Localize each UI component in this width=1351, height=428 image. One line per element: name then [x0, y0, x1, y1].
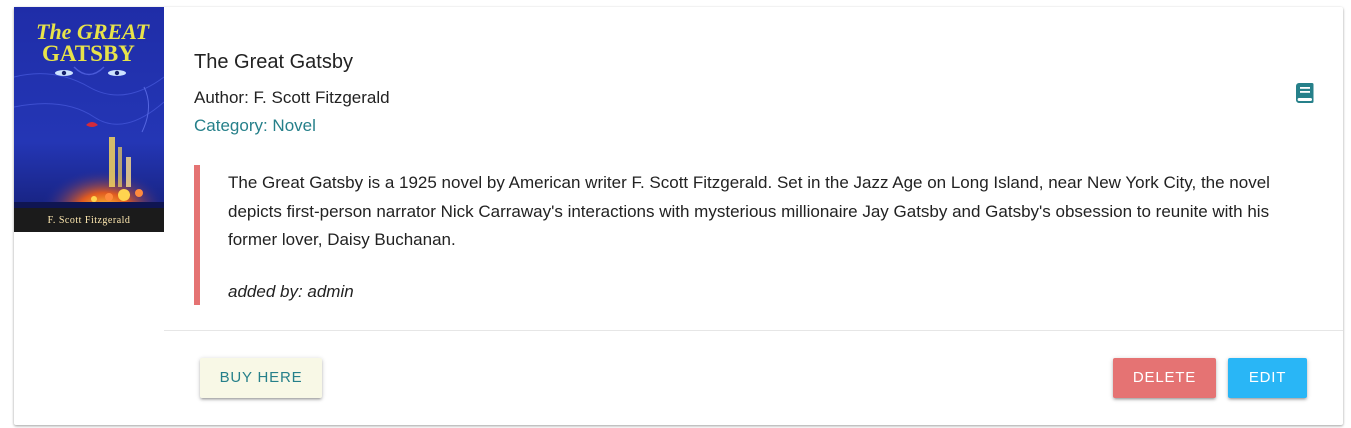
book-title: The Great Gatsby	[194, 51, 353, 73]
edit-button[interactable]: EDIT	[1228, 358, 1307, 398]
added-by-text: added by: admin	[228, 282, 354, 301]
book-cover-image: The GREAT GATSBY F. Scott Fitzgerald	[14, 7, 164, 232]
card-divider	[164, 330, 1343, 331]
book-category: Category: Novel	[194, 116, 316, 135]
book-icon[interactable]	[1296, 83, 1314, 103]
delete-button[interactable]: DELETE	[1113, 358, 1216, 398]
cover-author-caption: F. Scott Fitzgerald	[48, 215, 131, 226]
book-description: The Great Gatsby is a 1925 novel by Amer…	[228, 173, 1270, 249]
cover-title-line2: GATSBY	[42, 41, 135, 66]
book-author: Author: F. Scott Fitzgerald	[194, 88, 390, 107]
book-card: The GREAT GATSBY F. Scott Fitzgerald The…	[14, 7, 1343, 425]
book-description-block: The Great Gatsby is a 1925 novel by Amer…	[194, 165, 1320, 305]
buy-here-button[interactable]: BUY HERE	[200, 358, 322, 398]
